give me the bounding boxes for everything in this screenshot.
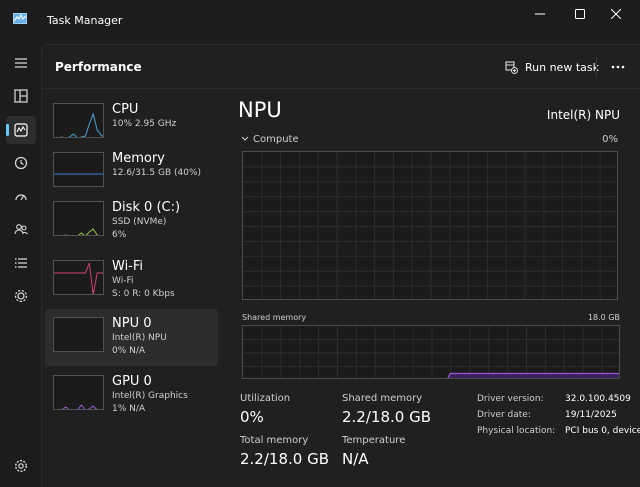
device-item-disk[interactable]: Disk 0 (C:) SSD (NVMe) 6% [45, 197, 218, 254]
device-detail: SSD (NVMe) [112, 217, 167, 227]
shared-memory-max: 18.0 GB [587, 313, 620, 322]
compute-graph-label[interactable]: Compute [241, 134, 299, 145]
shared-memory-stat-label: Shared memory [342, 393, 423, 404]
nav-settings-button[interactable] [6, 452, 36, 480]
nav-performance-button[interactable] [6, 116, 36, 144]
users-icon [14, 224, 28, 235]
device-name: Wi-Fi [112, 259, 144, 274]
device-detail-2: 1% N/A [112, 404, 146, 414]
page-title: Performance [55, 60, 142, 74]
shared-memory-graph [242, 325, 620, 379]
more-options-button[interactable] [606, 57, 630, 77]
device-detail: Intel(R) NPU [112, 333, 167, 343]
device-detail: Wi-Fi [112, 276, 134, 286]
maximize-icon [575, 9, 585, 19]
compute-percent: 0% [602, 134, 618, 145]
device-item-npu[interactable]: NPU 0 Intel(R) NPU 0% N/A [45, 309, 218, 366]
run-new-task-icon [505, 60, 518, 74]
minimize-button[interactable] [522, 0, 558, 28]
gpu-sparkline [62, 404, 97, 409]
maximize-button[interactable] [562, 0, 598, 28]
cpu-thumbnail-graph [53, 103, 104, 138]
device-detail-2: 6% [112, 230, 127, 240]
compute-graph [242, 151, 618, 300]
npu-sparkline [54, 318, 104, 352]
wifi-thumbnail-graph [53, 260, 104, 295]
hamburger-menu-icon [15, 58, 27, 68]
nav-details-button[interactable] [6, 249, 36, 277]
performance-icon [14, 123, 28, 137]
device-detail-2: S: 0 R: 0 Kbps [112, 289, 175, 299]
npu-thumbnail-graph [53, 317, 104, 352]
device-detail-2: 0% N/A [112, 346, 146, 356]
device-detail: 12.6/31.5 GB (40%) [112, 168, 202, 178]
wifi-sparkline [54, 262, 103, 294]
compute-label-text: Compute [253, 134, 299, 145]
utilization-value: 0% [240, 408, 264, 426]
shared-memory-graph-grid [243, 326, 619, 378]
device-name: CPU [112, 102, 139, 117]
nav-hamburger-button[interactable] [6, 49, 36, 77]
title-bar[interactable]: Task Manager [0, 0, 640, 44]
more-options-icon [611, 65, 625, 69]
detail-title: NPU [238, 98, 282, 122]
nav-users-button[interactable] [6, 215, 36, 243]
details-icon [15, 258, 27, 268]
nav-processes-button[interactable] [6, 82, 36, 110]
nav-services-button[interactable] [6, 282, 36, 310]
close-button[interactable] [598, 0, 634, 28]
total-memory-label: Total memory [240, 435, 309, 446]
cpu-sparkline [59, 112, 103, 137]
nav-app-history-button[interactable] [6, 149, 36, 177]
nav-startup-apps-button[interactable] [6, 183, 36, 211]
shared-memory-usage-area [447, 372, 619, 378]
device-name: GPU 0 [112, 374, 152, 389]
device-item-wifi[interactable]: Wi-Fi Wi-Fi S: 0 R: 0 Kbps [45, 256, 218, 313]
detail-subtitle: Intel(R) NPU [546, 108, 620, 122]
physical-location-value: PCI bus 0, device 1… [565, 426, 640, 436]
device-item-gpu[interactable]: GPU 0 Intel(R) Graphics 1% N/A [45, 371, 218, 428]
toolbar: Performance Run new task [42, 45, 640, 89]
utilization-label: Utilization [240, 393, 291, 404]
run-new-task-button[interactable]: Run new task [505, 56, 599, 78]
driver-date-label: Driver date: [477, 410, 531, 420]
chevron-down-icon [241, 136, 249, 141]
gpu-thumbnail-graph [53, 375, 104, 410]
services-icon [14, 289, 28, 303]
device-detail: 10% 2.95 GHz [112, 119, 177, 129]
npu-detail-pane: NPU Intel(R) NPU Compute 0% Shared memor… [222, 90, 640, 487]
close-icon [611, 9, 621, 19]
memory-thumbnail-graph [53, 152, 104, 187]
content-panel: Performance Run new task CPU 10% 2.95 GH… [41, 44, 640, 487]
disk-thumbnail-graph [53, 201, 104, 236]
temperature-value: N/A [342, 450, 369, 468]
run-new-task-label: Run new task [525, 60, 599, 74]
device-name: Memory [112, 151, 165, 166]
settings-icon [14, 459, 28, 473]
driver-version-value: 32.0.100.4509 [565, 394, 631, 404]
toolbar-divider [596, 57, 597, 77]
task-manager-window: Task Manager Performance Run new task CP… [0, 0, 640, 487]
shared-memory-stat-value: 2.2/18.0 GB [342, 408, 431, 426]
processes-icon [14, 89, 28, 103]
shared-memory-graph-label: Shared memory [242, 313, 307, 322]
device-name: NPU 0 [112, 316, 152, 331]
disk-sparkline [63, 228, 100, 235]
app-history-icon [14, 156, 28, 170]
compute-graph-grid [243, 152, 617, 299]
device-name: Disk 0 (C:) [112, 200, 181, 215]
temperature-label: Temperature [342, 435, 406, 446]
startup-apps-icon [15, 194, 27, 201]
memory-sparkline [54, 173, 103, 175]
task-manager-app-icon [13, 13, 27, 24]
minimize-icon [535, 13, 545, 15]
device-detail: Intel(R) Graphics [112, 391, 188, 401]
physical-location-label: Physical location: [477, 426, 556, 436]
driver-date-value: 19/11/2025 [565, 410, 617, 420]
driver-version-label: Driver version: [477, 394, 544, 404]
total-memory-value: 2.2/18.0 GB [240, 450, 329, 468]
window-title: Task Manager [47, 14, 123, 27]
